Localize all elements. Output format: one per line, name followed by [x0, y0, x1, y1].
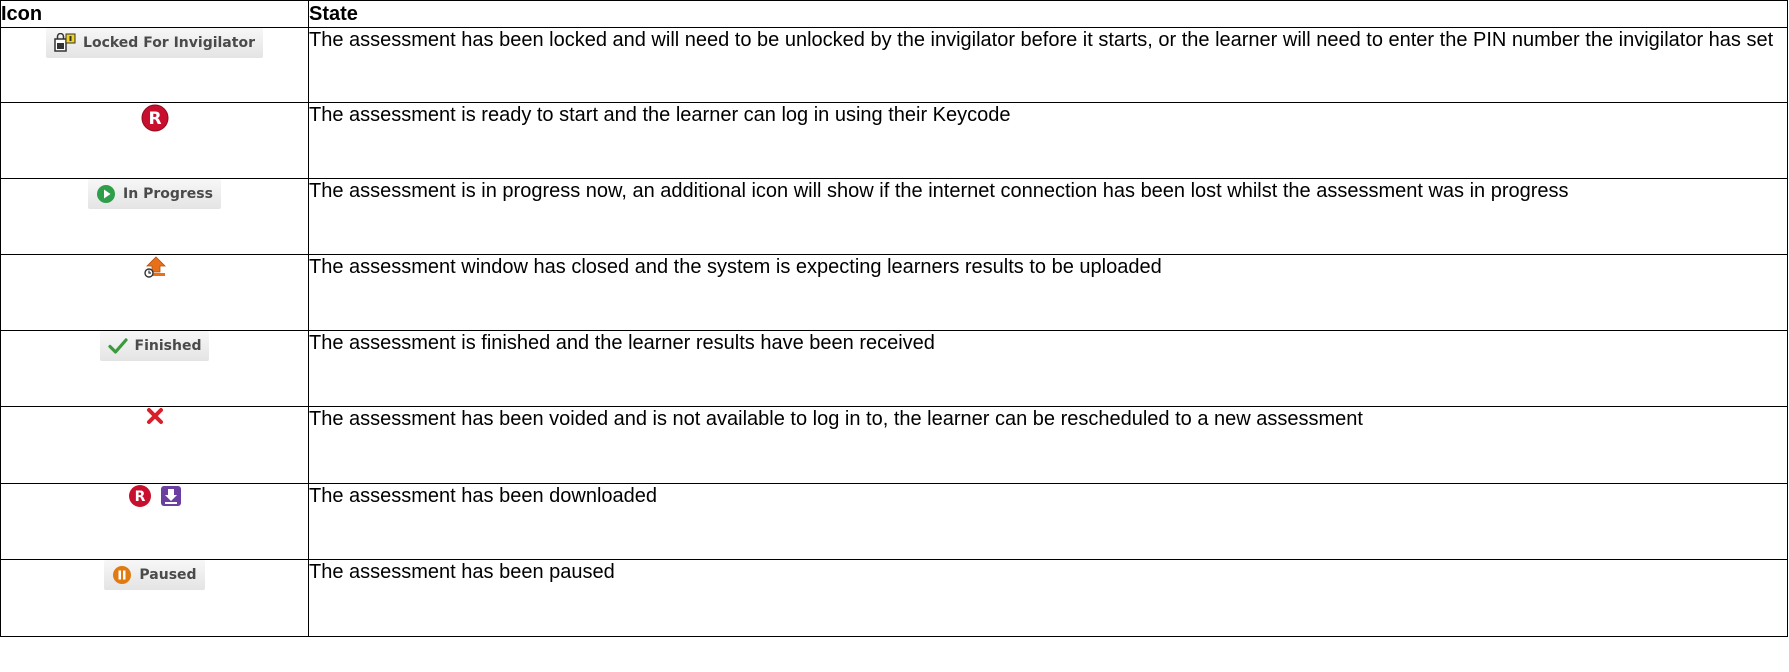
column-header-icon: Icon [0, 0, 309, 28]
downloaded-icon-group: R [128, 484, 182, 508]
icon-state-table: Icon State Locked For Invigilator The as… [0, 0, 1788, 637]
state-description: The assessment is ready to start and the… [308, 102, 1788, 179]
in-progress-badge: In Progress [88, 179, 221, 209]
finished-badge: Finished [99, 331, 210, 361]
table-header-row: Icon State [0, 0, 1788, 28]
icon-cell: Paused [0, 559, 309, 637]
icon-cell [0, 406, 309, 484]
paused-label: Paused [139, 567, 197, 583]
state-description: The assessment has been paused [308, 559, 1788, 637]
ready-icon: R [128, 484, 152, 508]
table-row: Paused The assessment has been paused [0, 559, 1788, 637]
table-row: Finished The assessment is finished and … [0, 330, 1788, 407]
finished-icon [107, 337, 128, 355]
svg-text:R: R [134, 489, 145, 505]
paused-badge: Paused [104, 560, 205, 590]
column-header-state: State [308, 0, 1788, 28]
ready-icon: R [140, 103, 170, 133]
in-progress-label: In Progress [123, 186, 213, 202]
downloaded-icon [160, 485, 182, 507]
table-row: R The assessment is ready to start and t… [0, 102, 1788, 179]
table-row: In Progress The assessment is in progres… [0, 178, 1788, 255]
table-row: The assessment window has closed and the… [0, 254, 1788, 331]
svg-text:R: R [148, 109, 161, 129]
state-description: The assessment is in progress now, an ad… [308, 178, 1788, 255]
icon-cell: Finished [0, 330, 309, 407]
locked-for-invigilator-icon [54, 33, 76, 53]
icon-cell: R [0, 102, 309, 179]
locked-for-invigilator-badge: Locked For Invigilator [46, 28, 263, 58]
icon-cell: Locked For Invigilator [0, 27, 309, 103]
upload-expected-icon [143, 255, 167, 279]
icon-cell [0, 254, 309, 331]
paused-icon [112, 565, 132, 585]
icon-cell: R [0, 483, 309, 560]
locked-for-invigilator-label: Locked For Invigilator [83, 35, 255, 51]
state-description: The assessment is finished and the learn… [308, 330, 1788, 407]
state-description: The assessment window has closed and the… [308, 254, 1788, 331]
table-row: R The assessment has been downloaded [0, 483, 1788, 560]
table-row: Locked For Invigilator The assessment ha… [0, 27, 1788, 103]
state-description: The assessment has been voided and is no… [308, 406, 1788, 484]
state-description: The assessment has been locked and will … [308, 27, 1788, 103]
state-description: The assessment has been downloaded [308, 483, 1788, 560]
in-progress-icon [96, 184, 116, 204]
table-row: The assessment has been voided and is no… [0, 406, 1788, 484]
voided-icon [146, 407, 164, 425]
finished-label: Finished [134, 338, 202, 354]
icon-cell: In Progress [0, 178, 309, 255]
